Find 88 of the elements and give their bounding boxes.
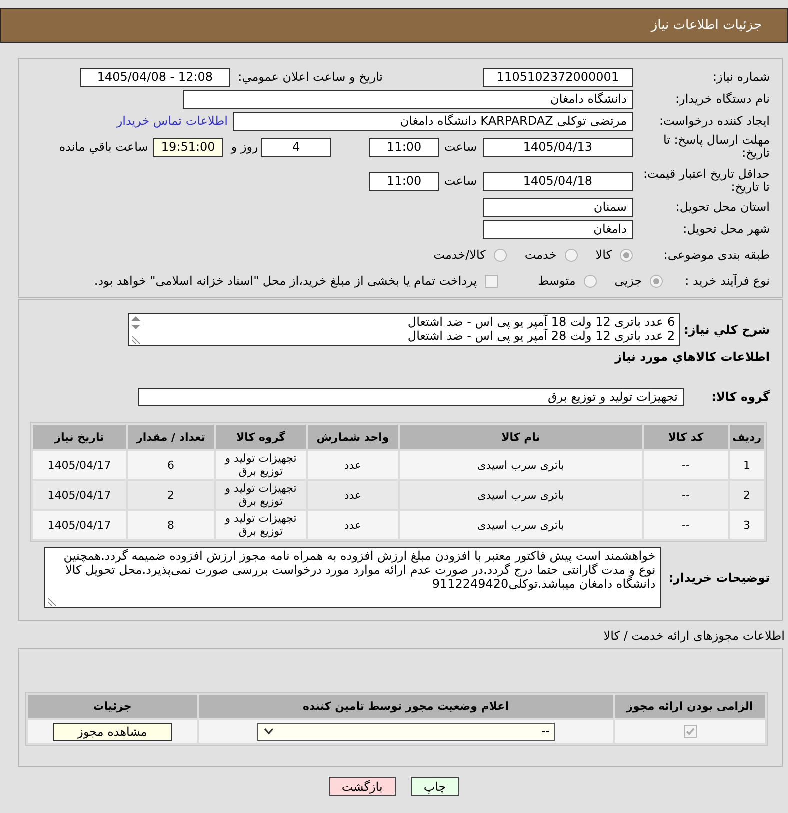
table-cell: 1405/04/17 [33,481,126,509]
deadline-date-field[interactable]: 1405/04/13 [483,138,633,156]
radio-button[interactable] [584,274,597,288]
field-label: شرح کلي نیاز: [684,322,770,336]
resize-grip-icon[interactable] [132,336,140,344]
column-header: الزامی بودن ارائه مجوز [615,695,765,718]
radio-button[interactable] [564,248,578,262]
table-cell: باتری سرب اسیدی [400,511,642,539]
time-left-field[interactable]: 19:51:00 [153,138,224,156]
days-label: روز و [231,140,258,154]
field-label: استان محل تحویل: [674,200,770,214]
table-cell: 1405/04/17 [33,511,126,539]
table-cell: -- [644,511,728,539]
table-cell: عدد [308,481,398,509]
buyer-contact-link[interactable]: اطلاعات تماس خریدار [116,114,228,128]
table-cell: باتری سرب اسیدی [400,451,642,479]
page-title: جزئیات اطلاعات نیاز [651,18,762,33]
field-label: شماره نیاز: [712,70,770,84]
radio-label: جزیی [614,274,642,288]
radio-label: کالا/خدمت [434,248,486,262]
field-label: حداقل تاریخ اعتبار قیمت: تا تاریخ: [642,168,770,194]
table-cell: 2 [730,481,764,509]
back-button[interactable]: بازگشت [328,777,396,796]
field-label: طبقه بندی موضوعی: [662,248,770,262]
goods-group-field[interactable]: تجهیزات تولید و توزیع برق [138,388,684,406]
column-header: واحد شمارش [308,425,398,449]
print-button[interactable]: چاپ [410,777,460,796]
section-title: اطلاعات مجوزهای ارائه خدمت / کالا [602,629,785,643]
section-title: اطلاعات کالاهاي مورد نیاز [614,350,770,364]
field-label: نام دستگاه خریدار: [674,92,770,106]
radio-label: کالا [596,248,612,262]
column-header: جزئیات [28,695,197,718]
view-permit-button[interactable]: مشاهده مجوز [53,722,172,740]
table-cell: عدد [308,451,398,479]
radio-label: متوسط [538,274,576,288]
table-cell: تجهیزات تولید و توزیع برق [216,511,306,539]
field-label: مهلت ارسال پاسخ: تا تاریخ: [662,134,770,160]
buyer-notes-field[interactable]: خواهشمند است پیش فاکتور معتبر با افزودن مبلغ ارزش افزوده به همراه نامه مجوز ارزش افزوده ضمیمه گردد.همچنین نوع و مدت گارانتی حتما درج گردد.در صورت عدم ارائه موارد مورد درخواست بررسی صورت نمی‌پذیرد.محل تحویل کالا دانشگاه دامغان میباشد.توکلی9112249420 [44,547,661,608]
validity-time-field[interactable]: 11:00 [369,172,440,190]
field-label: گروه کالا: [710,390,770,404]
requester-field[interactable]: مرتضی توکلی KARPARDAZ دانشگاه دامغان [233,112,633,130]
need-number-field[interactable]: 1105102372000001 [483,68,633,86]
checkbox-label: پرداخت تمام یا بخشی از مبلغ خرید،از محل "اسناد خزانه اسلامی" خواهد بود. [94,274,478,288]
time-left-label: ساعت باقي مانده [59,140,148,154]
table-cell: عدد [308,511,398,539]
validity-date-field[interactable]: 1405/04/18 [483,172,633,190]
description-field[interactable]: 6 عدد باتری 12 ولت 18 آمپر یو پی اس - ضد اشتعال 2 عدد باتری 12 ولت 28 آمپر یو پی اس - ضد اشتعال [128,313,680,346]
time-label: ساعت [444,140,477,154]
deadline-time-field[interactable]: 11:00 [369,138,440,156]
table-cell: 3 [730,511,764,539]
radio-button[interactable] [650,274,664,288]
column-header: ردیف [730,425,764,449]
table-cell: 1 [730,451,764,479]
buyer-org-field[interactable]: دانشگاه دامغان [183,90,633,108]
radio-button[interactable] [494,248,507,262]
days-left-field[interactable]: 4 [261,138,332,156]
field-label: شهر محل تحویل: [682,222,770,236]
announce-date-field[interactable]: 1405/04/08 - 12:08 [80,68,230,86]
table-cell: 1405/04/17 [33,451,126,479]
table-cell: -- [644,481,728,509]
field-label: نوع فرآیند خرید : [685,274,770,288]
table-cell: باتری سرب اسیدی [400,481,642,509]
column-header: تعداد / مقدار [128,425,214,449]
table-cell: 6 [128,451,214,479]
city-field[interactable]: دامغان [483,220,633,238]
column-header: نام کالا [400,425,642,449]
radio-button[interactable] [620,248,633,262]
column-header: اعلام وضعیت مجوز توسط تامین کننده [199,695,613,718]
field-label: ایجاد کننده درخواست: [658,114,770,128]
scroll-arrows-icon[interactable] [131,316,142,330]
column-header: کد کالا [644,425,728,449]
province-field[interactable]: سمنان [483,198,633,216]
column-header: تاریخ نیاز [33,425,126,449]
checkbox[interactable] [684,725,696,738]
radio-label: خدمت [524,248,557,262]
table-cell: تجهیزات تولید و توزیع برق [216,481,306,509]
checkbox[interactable] [485,274,498,288]
table-cell: تجهیزات تولید و توزیع برق [216,451,306,479]
column-header: گروه کالا [216,425,306,449]
field-label: تاریخ و ساعت اعلان عمومي: [238,70,383,84]
status-select[interactable]: -- [257,722,555,740]
table-cell: 2 [128,481,214,509]
time-label: ساعت [444,174,477,188]
table-cell: -- [644,451,728,479]
table-cell: 8 [128,511,214,539]
resize-grip-icon[interactable] [48,598,56,606]
chevron-down-icon [264,728,274,735]
field-label: توضیحات خریدار: [668,570,770,584]
